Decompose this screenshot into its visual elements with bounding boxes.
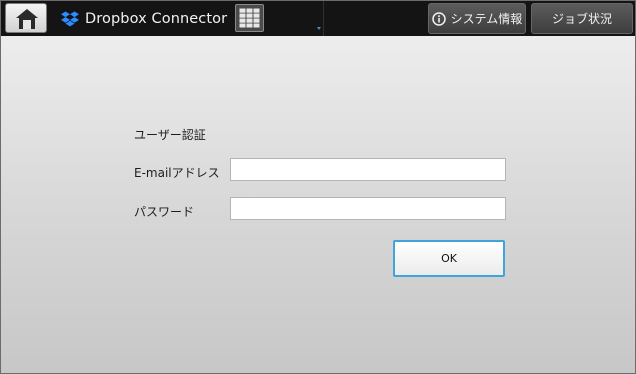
home-icon xyxy=(16,9,38,29)
keypad-button[interactable] xyxy=(235,4,264,32)
keypad-icon xyxy=(239,8,260,28)
section-title: ユーザー認証 xyxy=(134,128,206,142)
email-label: E-mailアドレス xyxy=(134,166,220,180)
home-button[interactable] xyxy=(5,3,47,33)
info-icon xyxy=(431,11,446,26)
top-bar: Dropbox Connector システム情報 ジョブ状況 xyxy=(1,1,635,36)
panel-screen: Dropbox Connector システム情報 ジョブ状況 ユーザー認証 E-… xyxy=(0,0,636,374)
system-info-label: システム情報 xyxy=(450,12,523,26)
system-info-button[interactable]: システム情報 xyxy=(428,3,526,34)
dropbox-icon xyxy=(61,11,79,26)
job-status-button[interactable]: ジョブ状況 xyxy=(531,3,633,34)
job-status-label: ジョブ状況 xyxy=(551,12,612,26)
app-title-area: Dropbox Connector xyxy=(61,1,227,36)
app-title: Dropbox Connector xyxy=(85,10,228,27)
status-marker xyxy=(317,27,321,30)
ok-button-label: OK xyxy=(441,252,457,265)
top-bar-divider xyxy=(323,1,324,36)
auth-form-area: ユーザー認証 E-mailアドレス パスワード OK xyxy=(1,36,635,373)
password-input[interactable] xyxy=(230,197,506,220)
email-input[interactable] xyxy=(230,158,506,181)
password-label: パスワード xyxy=(134,205,195,219)
ok-button[interactable]: OK xyxy=(393,240,505,277)
